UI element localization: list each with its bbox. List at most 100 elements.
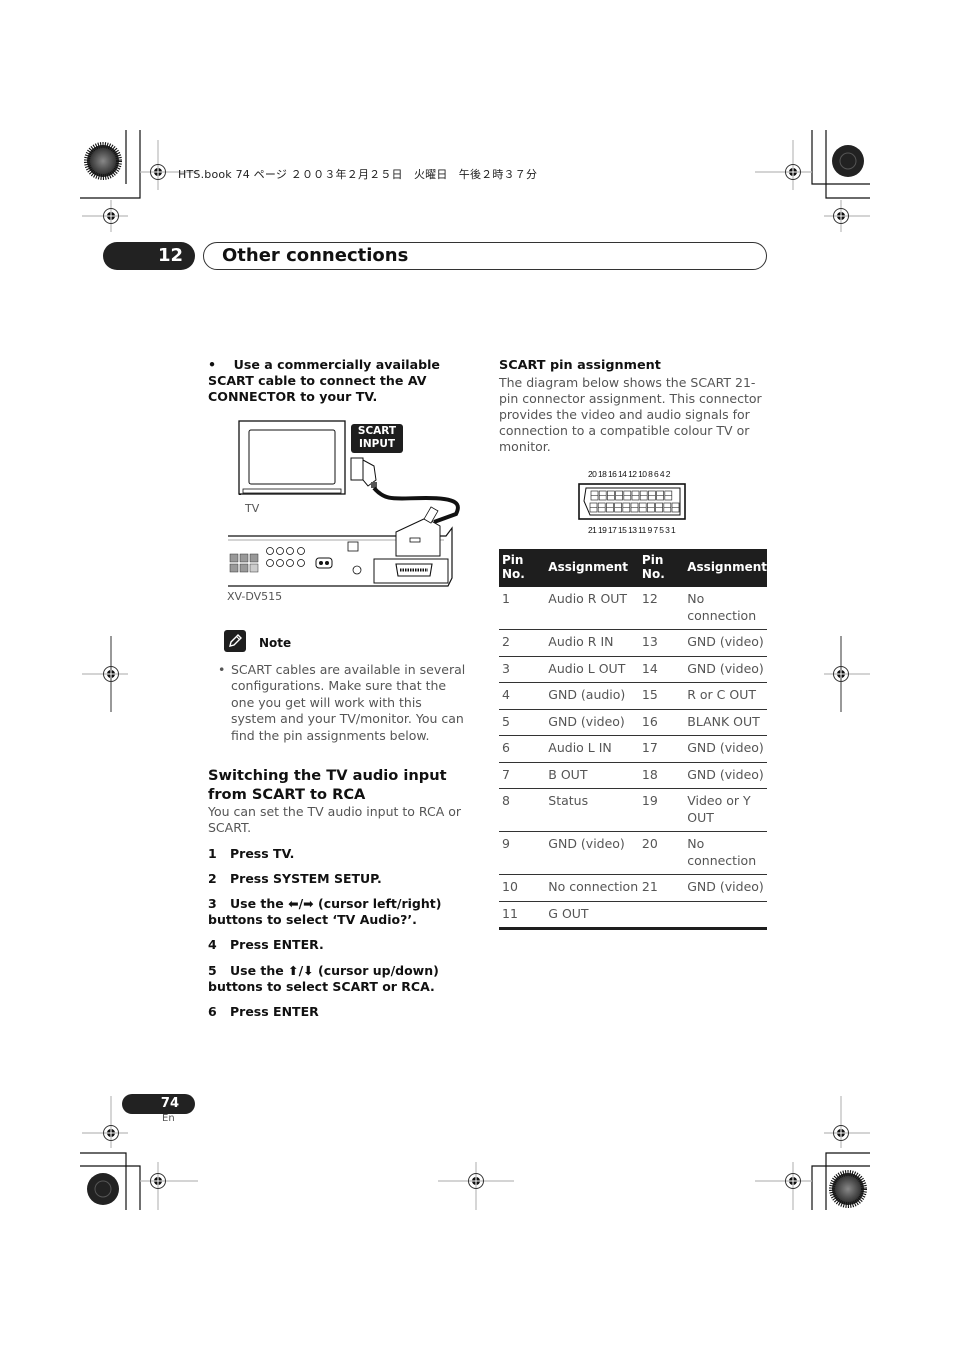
assignment-cell: GND (video) <box>684 762 767 789</box>
table-row: 4 GND (audio) 15 R or C OUT <box>499 682 767 710</box>
assignment-cell: GND (video) <box>684 735 767 763</box>
scart-plug-device <box>395 506 441 557</box>
assignment-cell: Audio R OUT <box>545 587 639 630</box>
pin-number-cell: 15 <box>638 682 685 710</box>
note-bullet: • <box>218 662 226 677</box>
pin-number-cell: 14 <box>638 656 685 683</box>
badge-line-1: SCART <box>357 425 397 437</box>
pin-number-cell: 3 <box>499 656 546 683</box>
sunburst-mark-bottom-right <box>829 1170 867 1208</box>
scart-connector-diagram <box>578 483 686 520</box>
table-row: 1 Audio R OUT 12 No connection <box>499 587 767 630</box>
pin-number-cell: 4 <box>499 682 546 710</box>
column-header: Pin No. <box>641 553 665 581</box>
tv-illustration <box>238 420 346 495</box>
scart-connection-diagram <box>228 420 460 587</box>
table-header-row: Pin No. Assignment Pin No. Assignment <box>499 549 767 587</box>
step-2: 2 Press SYSTEM SETUP. <box>208 871 473 887</box>
table-row: 9 GND (video) 20 No connection <box>499 831 767 875</box>
assignment-cell: B OUT <box>545 762 639 789</box>
pin-number-cell: 20 <box>638 831 685 875</box>
note-text: • SCART cables are available in several … <box>218 662 468 744</box>
sunburst-mark-top-left <box>84 142 122 180</box>
assignment-cell: R or C OUT <box>684 682 767 710</box>
assignment-cell: Status <box>545 788 639 832</box>
step-text: Use the ⬅/➡ (cursor left/right) buttons … <box>208 896 442 927</box>
assignment-cell: No connection <box>684 831 767 875</box>
instruction-text: Use a commercially available SCART cable… <box>208 357 440 404</box>
column-header: Assignment <box>548 560 629 574</box>
chapter-title: Other connections <box>222 245 409 266</box>
step-6: 6 Press ENTER <box>208 1004 473 1020</box>
step-text: Press TV. <box>230 846 295 861</box>
section-description: You can set the TV audio input to RCA or… <box>208 804 462 835</box>
scart-plug-tv <box>350 457 377 488</box>
table-row: 11 G OUT <box>499 901 767 930</box>
step-text: Use the ⬆/⬇ (cursor up/down) buttons to … <box>208 963 439 994</box>
note-label: Note <box>259 636 292 650</box>
tv-label: TV <box>245 502 260 515</box>
step-3: 3 Use the ⬅/➡ (cursor left/right) buttons… <box>208 896 473 928</box>
assignment-cell: No connection <box>545 874 639 902</box>
assignment-cell: GND (video) <box>545 709 639 736</box>
assignment-cell: GND (video) <box>545 831 639 875</box>
table-row: 8 Status 19 Video or Y OUT <box>499 788 767 832</box>
step-1: 1 Press TV. <box>208 846 473 862</box>
sunburst-mark-top-right <box>832 145 864 177</box>
pin-number-cell: 18 <box>638 762 685 789</box>
assignment-cell: GND (video) <box>684 629 767 657</box>
column-header: Pin No. <box>502 553 525 581</box>
sunburst-mark-bottom-left <box>87 1173 119 1205</box>
badge-line-2: INPUT <box>358 438 396 450</box>
assignment-cell: No connection <box>684 587 767 630</box>
assignment-cell: Audio L IN <box>545 735 639 763</box>
pin-number-cell: 6 <box>499 735 546 763</box>
pin-numbers-odd: 21 19 17 15 13 11 9 7 5 3 1 <box>588 525 676 535</box>
pin-number-cell: 5 <box>499 709 546 736</box>
step-text: Press ENTER <box>230 1004 319 1019</box>
assignment-cell: Audio R IN <box>545 629 639 657</box>
device-model-label: XV-DV515 <box>227 590 283 603</box>
step-number: 5 <box>208 963 217 978</box>
column-header: Assignment <box>687 560 767 574</box>
pin-number-cell: 16 <box>638 709 685 736</box>
table-row: 5 GND (video) 16 BLANK OUT <box>499 709 767 736</box>
print-file-header: HTS.book 74 ページ ２００３年２月２５日 火曜日 午後２時３７分 <box>178 168 538 181</box>
step-text: Press SYSTEM SETUP. <box>230 871 382 886</box>
pin-number-cell: 8 <box>499 788 546 832</box>
step-number: 1 <box>208 846 217 861</box>
assignment-cell: Video or Y OUT <box>684 788 767 832</box>
pencil-note-icon <box>224 630 246 652</box>
chapter-number-badge: 12 <box>103 242 195 270</box>
table-row: 7B OUT 18 GND (video) <box>499 762 767 789</box>
step-5: 5 Use the ⬆/⬇ (cursor up/down) buttons to… <box>208 963 473 995</box>
pin-number-cell: 11 <box>499 901 546 930</box>
step-text: Press ENTER. <box>230 937 324 952</box>
section-title: Switching the TV audio input from SCART … <box>208 767 447 803</box>
assignment-cell: GND (video) <box>684 656 767 683</box>
assignment-cell: BLANK OUT <box>684 709 767 736</box>
page-number: 74 <box>122 1094 195 1114</box>
bullet-glyph: • <box>208 357 217 372</box>
pin-number-cell: 9 <box>499 831 546 875</box>
table-row: 10 No connection 21 GND (video) <box>499 874 767 902</box>
table-row: 6 Audio L IN 17 GND (video) <box>499 735 767 763</box>
scart-input-badge: SCART INPUT <box>351 424 403 453</box>
step-number: 4 <box>208 937 217 952</box>
step-number: 2 <box>208 871 217 886</box>
page-language: En <box>162 1113 175 1124</box>
scart-pin-title: SCART pin assignment <box>499 358 661 373</box>
instruction-bullet: • Use a commercially available SCART cab… <box>208 357 473 405</box>
assignment-cell: GND (audio) <box>545 682 639 710</box>
step-4: 4 Press ENTER. <box>208 937 473 953</box>
pin-number-cell: 12 <box>638 587 685 630</box>
pin-number-cell: 2 <box>499 629 546 657</box>
pin-number-cell: 10 <box>499 874 546 902</box>
assignment-cell: GND (video) <box>684 874 767 902</box>
step-number: 3 <box>208 896 217 911</box>
scart-pin-description: The diagram below shows the SCART 21-pin… <box>499 375 762 454</box>
step-number: 6 <box>208 1004 217 1019</box>
note-body: SCART cables are available in several co… <box>231 662 466 743</box>
pin-number-cell: 17 <box>638 735 685 763</box>
assignment-cell: Audio L OUT <box>545 656 639 683</box>
